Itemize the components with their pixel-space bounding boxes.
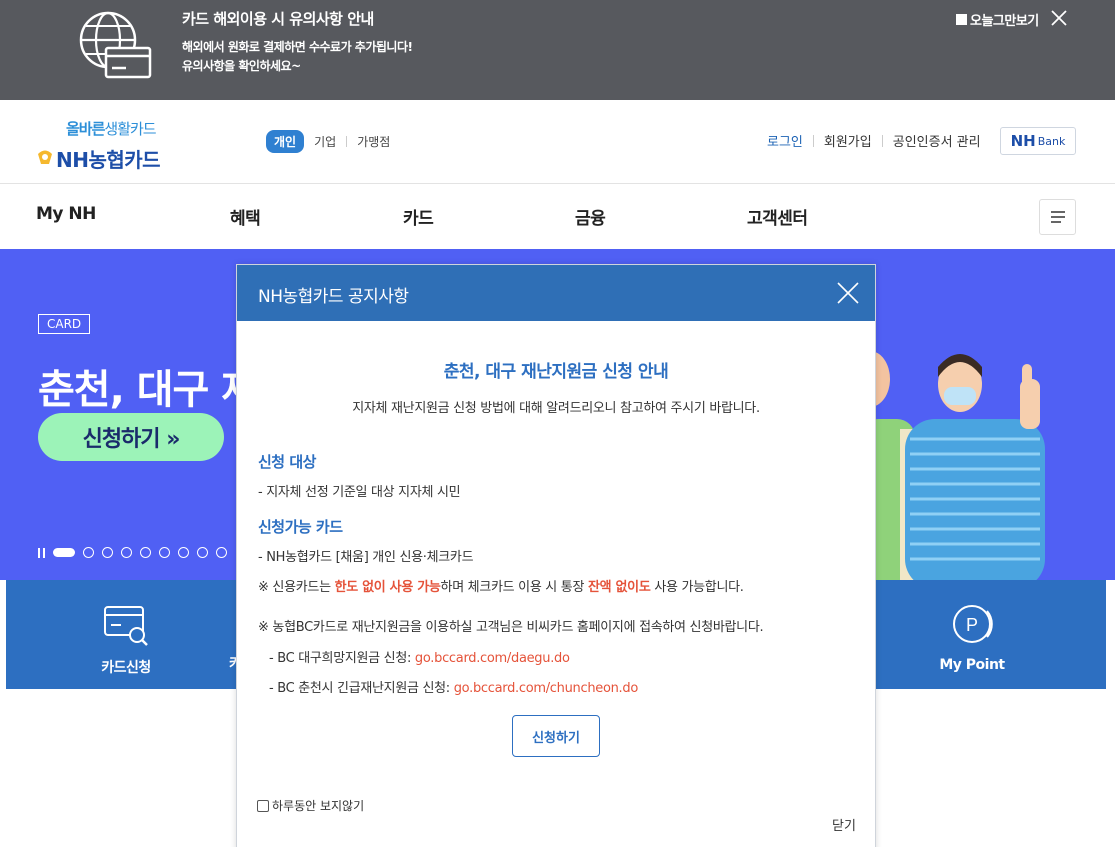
- bc-card-note: ※ 농협BC카드로 재난지원금을 이용하실 고객님은 비씨카드 홈페이지에 접속…: [258, 620, 764, 635]
- section-title: 신청가능 카드: [258, 518, 343, 536]
- close-icon[interactable]: [1049, 8, 1069, 28]
- divider: [812, 134, 814, 147]
- tab-merchant[interactable]: 가맹점: [347, 133, 400, 150]
- slide-dot[interactable]: [121, 547, 132, 558]
- pause-icon[interactable]: [38, 547, 45, 558]
- slide-dot[interactable]: [178, 547, 189, 558]
- notice-modal: NH농협카드 공지사항 춘천, 대구 재난지원금 신청 안내 지자체 재난지원금…: [236, 264, 876, 847]
- hide-one-day-checkbox[interactable]: 하루동안 보지않기: [257, 797, 364, 814]
- notice-line: 해외에서 원화로 결제하면 수수료가 추가됩니다!: [182, 40, 413, 54]
- apply-button[interactable]: 신청하기: [512, 715, 600, 757]
- main-navigation: My NH 혜택 카드 금융 고객센터: [0, 185, 1115, 249]
- nhbank-text: Bank: [1037, 134, 1066, 148]
- nav-card[interactable]: 카드: [403, 204, 434, 229]
- point-icon: P: [953, 605, 993, 643]
- site-header: 올바른생활카드 NH농협카드 개인 기업 가맹점 로그인 회원가입 공인인증서 …: [0, 100, 1115, 184]
- today-close-label: 오늘그만보기: [970, 14, 1039, 29]
- nav-customer-center[interactable]: 고객센터: [747, 204, 808, 229]
- modal-subtitle: 지자체 재난지원금 신청 방법에 대해 알려드리오니 참고하여 주시기 바랍니다…: [352, 401, 760, 416]
- tab-personal[interactable]: 개인: [266, 130, 305, 153]
- hero-tag: CARD: [38, 314, 91, 334]
- slide-dot[interactable]: [83, 547, 94, 558]
- checkbox-icon: [956, 14, 967, 25]
- quick-my-point[interactable]: P My Point: [917, 603, 1027, 673]
- globe-card-icon: [79, 11, 152, 79]
- bc-daegu-link[interactable]: go.bccard.com/daegu.do: [415, 651, 570, 666]
- nav-benefits[interactable]: 혜택: [230, 204, 261, 229]
- slide-dot[interactable]: [197, 547, 208, 558]
- section-item: - NH농협카드 [채움] 개인 신용·체크카드: [258, 550, 474, 565]
- certificate-link[interactable]: 공인인증서 관리: [893, 131, 981, 150]
- menu-icon[interactable]: [1039, 199, 1076, 235]
- svg-text:P: P: [966, 615, 978, 635]
- slide-dot[interactable]: [102, 547, 113, 558]
- login-link[interactable]: 로그인: [767, 131, 803, 150]
- slide-indicator: [38, 547, 227, 558]
- quick-card-apply[interactable]: 카드신청: [71, 603, 181, 677]
- modal-header-title: NH농협카드 공지사항: [258, 287, 409, 307]
- logo-slogan: 올바른생활카드: [66, 120, 157, 138]
- bc-chuncheon-line: - BC 춘천시 긴급재난지원금 신청: go.bccard.com/chunc…: [269, 681, 639, 696]
- signup-link[interactable]: 회원가입: [824, 131, 872, 150]
- nh-logo-mark-icon: [38, 150, 52, 164]
- logo-brand: NH농협카드: [56, 148, 161, 172]
- close-button[interactable]: 닫기: [832, 815, 856, 834]
- hero-apply-button[interactable]: 신청하기 »: [38, 413, 224, 461]
- today-close-checkbox[interactable]: 오늘그만보기: [956, 10, 1039, 29]
- slide-dot[interactable]: [216, 547, 227, 558]
- overseas-notice-bar: 카드 해외이용 시 유의사항 안내 해외에서 원화로 결제하면 수수료가 추가됩…: [0, 0, 1115, 100]
- bc-daegu-line: - BC 대구희망지원금 신청: go.bccard.com/daegu.do: [269, 651, 570, 666]
- hide-one-day-label: 하루동안 보지않기: [272, 799, 365, 813]
- nav-finance[interactable]: 금융: [575, 204, 606, 229]
- close-icon[interactable]: [837, 282, 859, 304]
- modal-header: NH농협카드 공지사항: [237, 265, 875, 321]
- slide-dot[interactable]: [159, 547, 170, 558]
- hero-headline: 춘천, 대구 재: [38, 367, 258, 413]
- divider: [881, 134, 883, 147]
- slide-dot[interactable]: [140, 547, 151, 558]
- nh-card-logo[interactable]: 올바른생활카드 NH농협카드: [34, 118, 194, 172]
- notice-line: 유의사항을 확인하세요~: [182, 59, 301, 73]
- nhbank-bold: NH: [1010, 132, 1036, 150]
- checkbox-icon: [257, 799, 269, 812]
- notice-title: 카드 해외이용 시 유의사항 안내: [182, 10, 374, 28]
- modal-title: 춘천, 대구 재난지원금 신청 안내: [443, 362, 669, 382]
- utility-links: 로그인 회원가입 공인인증서 관리: [767, 131, 981, 150]
- section-item: - 지자체 선정 기준일 대상 지자체 시민: [258, 485, 461, 500]
- quick-label: 카드신청: [101, 660, 151, 676]
- nh-bank-button[interactable]: NH Bank: [1000, 127, 1076, 155]
- customer-type-tabs: 개인 기업 가맹점: [266, 130, 400, 153]
- quick-label: My Point: [939, 657, 1005, 673]
- slide-dot-active[interactable]: [53, 548, 75, 557]
- people-illustration: [860, 351, 1045, 580]
- nav-my-nh[interactable]: My NH: [36, 204, 96, 224]
- tab-business[interactable]: 기업: [304, 133, 346, 150]
- card-search-icon: [104, 606, 148, 646]
- section-title: 신청 대상: [258, 453, 316, 471]
- credit-card-note: ※ 신용카드는 한도 없이 사용 가능하며 체크카드 이용 시 통장 잔액 없이…: [258, 580, 744, 595]
- bc-chuncheon-link[interactable]: go.bccard.com/chuncheon.do: [454, 681, 639, 696]
